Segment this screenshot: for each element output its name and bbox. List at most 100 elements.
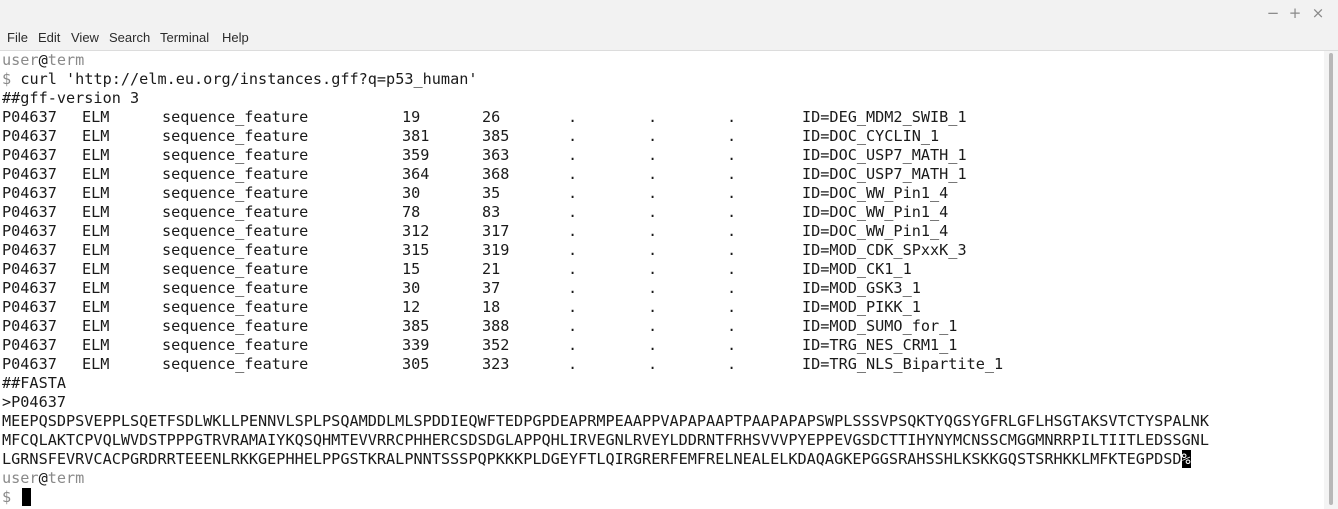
gff-cell-seqid: P04637 bbox=[2, 317, 57, 335]
gff-cell-end: 83 bbox=[482, 203, 501, 221]
gff-cell-phase: . bbox=[727, 184, 737, 202]
gff-cell-strand: . bbox=[648, 279, 658, 297]
gff-cell-attr: ID=MOD_PIKK_1 bbox=[802, 298, 921, 316]
menu-help[interactable]: Help bbox=[222, 30, 249, 46]
gff-cell-seqid: P04637 bbox=[2, 108, 57, 126]
gff-cell-seqid: P04637 bbox=[2, 165, 57, 183]
gff-cell-phase: . bbox=[727, 317, 737, 335]
input-line[interactable]: $ bbox=[2, 488, 11, 507]
gff-cell-score: . bbox=[568, 222, 578, 240]
gff-cell-source: ELM bbox=[82, 222, 110, 240]
gff-cell-start: 312 bbox=[402, 222, 430, 240]
gff-cell-end: 37 bbox=[482, 279, 501, 297]
gff-cell-seqid: P04637 bbox=[2, 336, 57, 354]
prompt-at: @ bbox=[38, 469, 48, 487]
gff-cell-attr: ID=DOC_USP7_MATH_1 bbox=[802, 165, 967, 183]
gff-cell-source: ELM bbox=[82, 108, 110, 126]
gff-cell-strand: . bbox=[648, 222, 658, 240]
gff-cell-phase: . bbox=[727, 203, 737, 221]
menu-file[interactable]: File bbox=[7, 30, 28, 46]
menu-edit[interactable]: Edit bbox=[38, 30, 60, 46]
gff-cell-phase: . bbox=[727, 222, 737, 240]
gff-cell-source: ELM bbox=[82, 355, 110, 373]
gff-cell-score: . bbox=[568, 298, 578, 316]
menu-terminal[interactable]: Terminal bbox=[160, 30, 209, 46]
gff-cell-attr: ID=MOD_CK1_1 bbox=[802, 260, 912, 278]
gff-cell-seqid: P04637 bbox=[2, 146, 57, 164]
menu-view[interactable]: View bbox=[71, 30, 99, 46]
gff-cell-start: 315 bbox=[402, 241, 430, 259]
gff-cell-start: 12 bbox=[402, 298, 421, 316]
gff-cell-strand: . bbox=[648, 108, 658, 126]
gff-cell-start: 30 bbox=[402, 184, 421, 202]
prompt-user: user bbox=[2, 51, 39, 69]
gff-cell-strand: . bbox=[648, 336, 658, 354]
gff-cell-score: . bbox=[568, 279, 578, 297]
gff-cell-type: sequence_feature bbox=[162, 298, 309, 316]
gff-cell-score: . bbox=[568, 241, 578, 259]
prompt-host: term bbox=[47, 51, 85, 69]
menu-search[interactable]: Search bbox=[109, 30, 150, 46]
gff-cell-strand: . bbox=[648, 127, 658, 145]
gff-cell-score: . bbox=[568, 165, 578, 183]
gff-cell-strand: . bbox=[648, 317, 658, 335]
gff-cell-start: 30 bbox=[402, 279, 421, 297]
gff-cell-score: . bbox=[568, 184, 578, 202]
title-bar[interactable]: − + × bbox=[0, 0, 1338, 26]
gff-cell-source: ELM bbox=[82, 127, 110, 145]
gff-cell-start: 78 bbox=[402, 203, 421, 221]
gff-cell-source: ELM bbox=[82, 279, 110, 297]
gff-cell-end: 26 bbox=[482, 108, 501, 126]
gff-cell-end: 388 bbox=[482, 317, 510, 335]
command-text: curl 'http://elm.eu.org/instances.gff?q=… bbox=[20, 70, 478, 88]
gff-cell-type: sequence_feature bbox=[162, 108, 309, 126]
gff-cell-end: 363 bbox=[482, 146, 510, 164]
gff-cell-end: 18 bbox=[482, 298, 501, 316]
scroll-thumb[interactable] bbox=[1329, 53, 1333, 505]
gff-cell-attr: ID=DOC_CYCLIN_1 bbox=[802, 127, 940, 145]
prompt-line: user@term bbox=[2, 51, 84, 70]
gff-cell-start: 385 bbox=[402, 317, 430, 335]
gff-cell-score: . bbox=[568, 355, 578, 373]
gff-cell-end: 368 bbox=[482, 165, 510, 183]
terminal-window: − + × File Edit View Search Terminal Hel… bbox=[0, 0, 1338, 509]
gff-cell-phase: . bbox=[727, 298, 737, 316]
gff-cell-strand: . bbox=[648, 203, 658, 221]
vertical-scrollbar[interactable] bbox=[1324, 51, 1338, 509]
gff-cell-seqid: P04637 bbox=[2, 260, 57, 278]
sequence-line: MEEPQSDPSVEPPLSQETFSDLWKLLPENNVLSPLPSQAM… bbox=[2, 412, 1209, 430]
prompt-symbol: $ bbox=[2, 70, 12, 88]
close-icon[interactable]: × bbox=[1309, 4, 1327, 22]
gff-cell-source: ELM bbox=[82, 336, 110, 354]
gff-cell-start: 364 bbox=[402, 165, 430, 183]
gff-cell-source: ELM bbox=[82, 260, 110, 278]
gff-cell-strand: . bbox=[648, 146, 658, 164]
gff-cell-start: 381 bbox=[402, 127, 430, 145]
prompt-symbol: $ bbox=[2, 488, 12, 506]
gff-cell-type: sequence_feature bbox=[162, 317, 309, 335]
gff-cell-score: . bbox=[568, 146, 578, 164]
gff-cell-start: 359 bbox=[402, 146, 430, 164]
gff-cell-score: . bbox=[568, 203, 578, 221]
gff-cell-phase: . bbox=[727, 260, 737, 278]
gff-cell-seqid: P04637 bbox=[2, 241, 57, 259]
prompt-line-2: user@term bbox=[2, 469, 84, 488]
gff-cell-type: sequence_feature bbox=[162, 260, 309, 278]
gff-cell-seqid: P04637 bbox=[2, 355, 57, 373]
gff-cell-phase: . bbox=[727, 146, 737, 164]
gff-cell-end: 385 bbox=[482, 127, 510, 145]
gff-cell-seqid: P04637 bbox=[2, 127, 57, 145]
gff-cell-start: 15 bbox=[402, 260, 421, 278]
terminal-output[interactable]: user@term $ curl 'http://elm.eu.org/inst… bbox=[0, 51, 1324, 509]
gff-header: ##gff-version 3 bbox=[2, 89, 140, 107]
gff-cell-attr: ID=TRG_NLS_Bipartite_1 bbox=[802, 355, 1004, 373]
minimize-icon[interactable]: − bbox=[1264, 4, 1282, 22]
gff-cell-strand: . bbox=[648, 355, 658, 373]
gff-cell-seqid: P04637 bbox=[2, 203, 57, 221]
gff-cell-end: 352 bbox=[482, 336, 510, 354]
sequence-text: LGRNSFEVRVCACPGRDRRTEEENLRKKGEPHHELPPGST… bbox=[2, 450, 1182, 468]
selection-cursor: % bbox=[1181, 450, 1191, 468]
text-cursor bbox=[22, 488, 31, 506]
maximize-icon[interactable]: + bbox=[1286, 4, 1304, 22]
gff-cell-attr: ID=DEG_MDM2_SWIB_1 bbox=[802, 108, 967, 126]
